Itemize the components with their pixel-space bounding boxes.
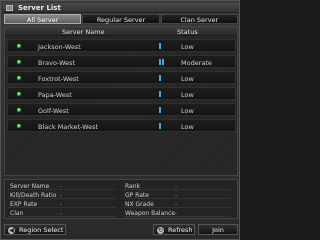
title-bar: Server List [3, 3, 239, 13]
refresh-label: Refresh [168, 226, 193, 234]
info-row-server-name: Server Name - [8, 183, 116, 190]
server-name: Golf-West [38, 106, 69, 115]
info-value: - [60, 210, 63, 217]
signal-bars-icon [159, 43, 161, 49]
signal-bar [159, 43, 161, 49]
info-value: - [175, 183, 178, 190]
info-row-nx-grade: NX Grade - [123, 201, 231, 208]
server-name: Black Market-West [38, 122, 99, 131]
server-status: Low [181, 74, 194, 83]
signal-bars-icon [159, 91, 161, 97]
tab-regular-server[interactable]: Regular Server [82, 14, 160, 24]
info-row-gp-rate: GP Rate - [123, 192, 231, 199]
server-list-icon [6, 5, 13, 11]
signal-bars-icon [159, 123, 161, 129]
online-indicator-icon [16, 91, 22, 97]
tab-clan-server[interactable]: Clan Server [160, 14, 238, 24]
info-label: Kill/Death Ratio [10, 192, 57, 199]
info-value: - [175, 201, 178, 208]
server-status: Low [181, 106, 194, 115]
join-label: Join [212, 226, 224, 234]
online-indicator-icon [16, 107, 22, 113]
info-label: NX Grade [125, 201, 154, 208]
server-status: Low [181, 90, 194, 99]
signal-bars-icon [159, 75, 161, 81]
info-label: Clan [10, 210, 24, 217]
info-row-exp-rate: EXP Rate - [8, 201, 116, 208]
info-label: Rank [125, 183, 140, 190]
online-indicator-icon [16, 75, 22, 81]
server-info-panel: Server Name - Kill/Death Ratio - EXP Rat… [4, 179, 238, 219]
signal-bar [159, 107, 161, 113]
info-value: - [60, 192, 63, 199]
info-label: GP Rate [125, 192, 149, 199]
server-status: Moderate [181, 58, 212, 67]
refresh-icon: ↻ [157, 227, 164, 234]
server-row[interactable]: Black Market-West Low [7, 119, 236, 132]
online-indicator-icon [16, 43, 22, 49]
back-arrow-icon: ◀ [8, 227, 15, 234]
server-row[interactable]: Foxtrot-West Low [7, 71, 236, 84]
info-row-clan: Clan - [8, 210, 116, 217]
server-list-window: Server List All Server Regular Server Cl… [0, 0, 240, 240]
info-label: EXP Rate [10, 201, 38, 208]
list-header: Server Name Status [5, 27, 237, 36]
server-row[interactable]: Papa-West Low [7, 87, 236, 100]
info-label: Server Name [10, 183, 50, 190]
info-value: - [60, 201, 63, 208]
signal-bar [159, 91, 161, 97]
server-row[interactable]: Golf-West Low [7, 103, 236, 116]
join-button[interactable]: Join [198, 224, 238, 235]
region-select-label: Region Select [19, 226, 64, 234]
signal-bar [159, 75, 161, 81]
tab-all-server[interactable]: All Server [4, 14, 82, 24]
info-row-kill-death-ratio: Kill/Death Ratio - [8, 192, 116, 199]
signal-bars-icon [159, 59, 164, 65]
online-indicator-icon [16, 123, 22, 129]
server-name: Jackson-West [38, 42, 81, 51]
window-title: Server List [18, 4, 61, 12]
info-value: - [175, 210, 178, 217]
column-header-server-name: Server Name [62, 28, 105, 36]
server-name: Papa-West [38, 90, 72, 99]
info-label: Weapon Balance [125, 210, 176, 217]
info-row-weapon-balance: Weapon Balance - [123, 210, 231, 217]
signal-bars-icon [159, 107, 161, 113]
info-value: - [175, 192, 178, 199]
info-row-rank: Rank - [123, 183, 231, 190]
column-header-status: Status [177, 28, 198, 36]
server-status: Low [181, 122, 194, 131]
signal-bar [159, 123, 161, 129]
server-name: Bravo-West [38, 58, 76, 67]
info-value: - [60, 183, 63, 190]
signal-bar [162, 59, 164, 65]
server-row[interactable]: Jackson-West Low [7, 39, 236, 52]
region-select-button[interactable]: ◀ Region Select [4, 224, 66, 235]
server-row[interactable]: Bravo-West Moderate [7, 55, 236, 68]
signal-bar [159, 59, 161, 65]
refresh-button[interactable]: ↻ Refresh [153, 224, 195, 235]
server-name: Foxtrot-West [38, 74, 79, 83]
server-list: Server Name Status Jackson-West Low Brav… [4, 26, 238, 176]
server-status: Low [181, 42, 194, 51]
online-indicator-icon [16, 59, 22, 65]
server-tabs: All Server Regular Server Clan Server [4, 14, 238, 24]
